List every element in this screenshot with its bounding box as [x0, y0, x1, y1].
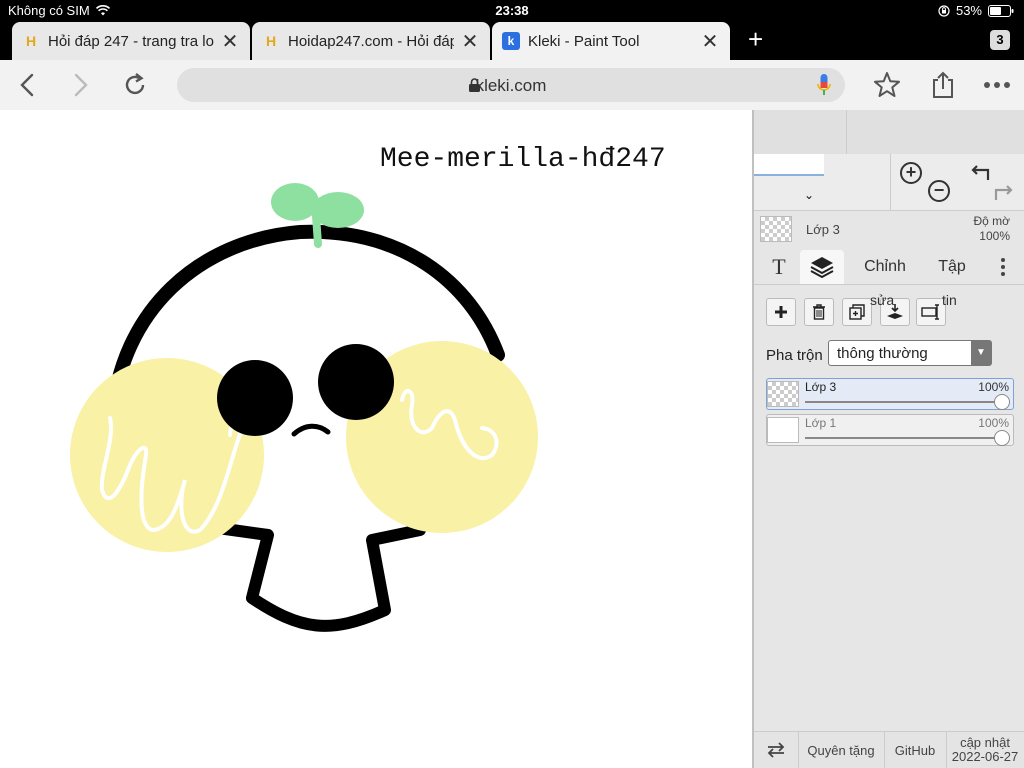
add-layer-button[interactable] — [766, 298, 796, 326]
layer-thumbnail — [767, 417, 799, 443]
back-icon[interactable] — [12, 70, 42, 100]
layer-item-lop-1[interactable]: Lớp 1 100% — [766, 414, 1014, 446]
battery-percent: 53% — [955, 3, 982, 18]
text-icon: T — [772, 254, 786, 279]
undo-icon[interactable] — [968, 162, 990, 182]
file-tools-label: tin — [942, 292, 957, 308]
reload-icon[interactable] — [120, 70, 150, 100]
redo-icon[interactable] — [994, 182, 1016, 202]
github-link[interactable]: GitHub — [884, 732, 947, 768]
duplicate-icon — [849, 304, 865, 320]
more-vertical-icon[interactable] — [990, 250, 1016, 284]
clock: 23:38 — [495, 3, 529, 18]
opacity-value: 100% — [979, 229, 1010, 243]
battery-icon — [988, 4, 1014, 17]
tab-title: Hoidap247.com - Hỏi đáp o — [288, 32, 454, 50]
panel-tabs: T Chỉnh Tập — [754, 250, 1024, 284]
close-tab-icon[interactable]: ✕ — [220, 29, 240, 54]
drawing-canvas[interactable]: Mee-merilla-hđ247 — [0, 110, 752, 768]
layer-name: Lớp 3 — [805, 380, 837, 394]
tab-title: Kleki - Paint Tool — [528, 32, 640, 50]
bookmark-star-icon[interactable] — [872, 70, 902, 100]
blend-mode-select[interactable]: thông thường ▼ — [828, 340, 992, 366]
color-and-view-row: ⌄ + − — [754, 154, 1024, 211]
swap-sides-icon[interactable] — [754, 732, 799, 768]
layers-icon — [810, 257, 834, 278]
trash-icon — [813, 304, 825, 320]
layer-thumbnail — [767, 381, 799, 407]
rename-icon — [921, 304, 939, 320]
edit-tools-label: sửa — [870, 292, 895, 308]
new-tab-icon[interactable]: + — [748, 26, 763, 52]
tab-count-badge[interactable]: 3 — [990, 30, 1010, 50]
zoom-out-icon[interactable]: − — [928, 180, 950, 202]
layer-item-lop-3[interactable]: Lớp 3 100% — [766, 378, 1014, 410]
layer-name: Lớp 1 — [805, 416, 837, 430]
microphone-icon[interactable] — [817, 74, 831, 96]
tab-text[interactable]: T — [762, 250, 796, 284]
opacity-label: Độ mờ — [973, 214, 1010, 228]
caret-down-icon: ▼ — [971, 341, 991, 365]
share-icon[interactable] — [928, 70, 958, 100]
layer-opacity-knob[interactable] — [994, 430, 1010, 446]
tab-title: Hỏi đáp 247 - trang tra loi — [48, 32, 214, 50]
layer-opacity: 100% — [978, 380, 1009, 394]
chevron-down-icon[interactable]: ⌄ — [804, 188, 814, 202]
current-layer-header: Lớp 3 Độ mờ 100% — [754, 210, 1024, 248]
kleki-favicon-icon: k — [502, 32, 520, 50]
tab-edit[interactable]: Chỉnh — [852, 250, 918, 284]
plus-icon — [775, 306, 787, 318]
address-bar[interactable]: kleki.com — [177, 68, 845, 102]
forward-icon[interactable] — [66, 70, 96, 100]
donate-link[interactable]: Quyên tặng — [798, 732, 885, 768]
color-swatch[interactable] — [754, 154, 824, 176]
tab-file[interactable]: Tập — [922, 250, 982, 284]
panel-top-bar — [754, 110, 1024, 155]
close-tab-icon[interactable]: ✕ — [460, 29, 480, 54]
ios-status-bar: Không có SIM 23:38 53% — [0, 0, 1024, 22]
browser-tab-hoidap-2[interactable]: H Hoidap247.com - Hỏi đáp o ✕ — [252, 22, 490, 60]
changelog-link[interactable]: cập nhật 2022-06-27 — [946, 732, 1024, 768]
browser-tab-kleki[interactable]: k Kleki - Paint Tool ✕ — [492, 22, 730, 60]
layer-opacity-slider[interactable] — [805, 437, 1001, 439]
canvas-drawing — [70, 183, 538, 632]
duplicate-layer-button[interactable] — [842, 298, 872, 326]
more-options-icon[interactable] — [982, 70, 1012, 100]
url-text: kleki.com — [475, 76, 547, 95]
current-layer-name: Lớp 3 — [806, 222, 840, 237]
browser-tab-bar: H Hỏi đáp 247 - trang tra loi ✕ H Hoidap… — [0, 22, 1024, 60]
delete-layer-button[interactable] — [804, 298, 834, 326]
blend-mode-label: Pha trộn — [766, 347, 823, 364]
tab-layers[interactable] — [800, 250, 844, 284]
zoom-in-icon[interactable]: + — [900, 162, 922, 184]
hoidap-favicon-icon: H — [265, 33, 277, 49]
orientation-lock-icon — [938, 4, 950, 17]
browser-tab-hoidap-1[interactable]: H Hỏi đáp 247 - trang tra loi ✕ — [12, 22, 250, 60]
hoidap-favicon-icon: H — [25, 33, 37, 49]
blend-mode-value: thông thường — [837, 345, 928, 362]
layer-opacity-slider[interactable] — [805, 401, 1001, 403]
kleki-side-panel: ⌄ + − Lớp 3 Độ mờ 100% T Chỉnh Tập sửa t… — [752, 110, 1024, 768]
close-tab-icon[interactable]: ✕ — [700, 29, 720, 54]
panel-footer: Quyên tặng GitHub cập nhật 2022-06-27 — [754, 731, 1024, 768]
update-date: 2022-06-27 — [951, 749, 1019, 764]
update-label: cập nhật — [960, 735, 1010, 750]
current-layer-thumbnail — [760, 216, 792, 242]
layer-opacity-knob[interactable] — [994, 394, 1010, 410]
layer-opacity: 100% — [978, 416, 1009, 430]
browser-toolbar: kleki.com — [0, 60, 1024, 110]
